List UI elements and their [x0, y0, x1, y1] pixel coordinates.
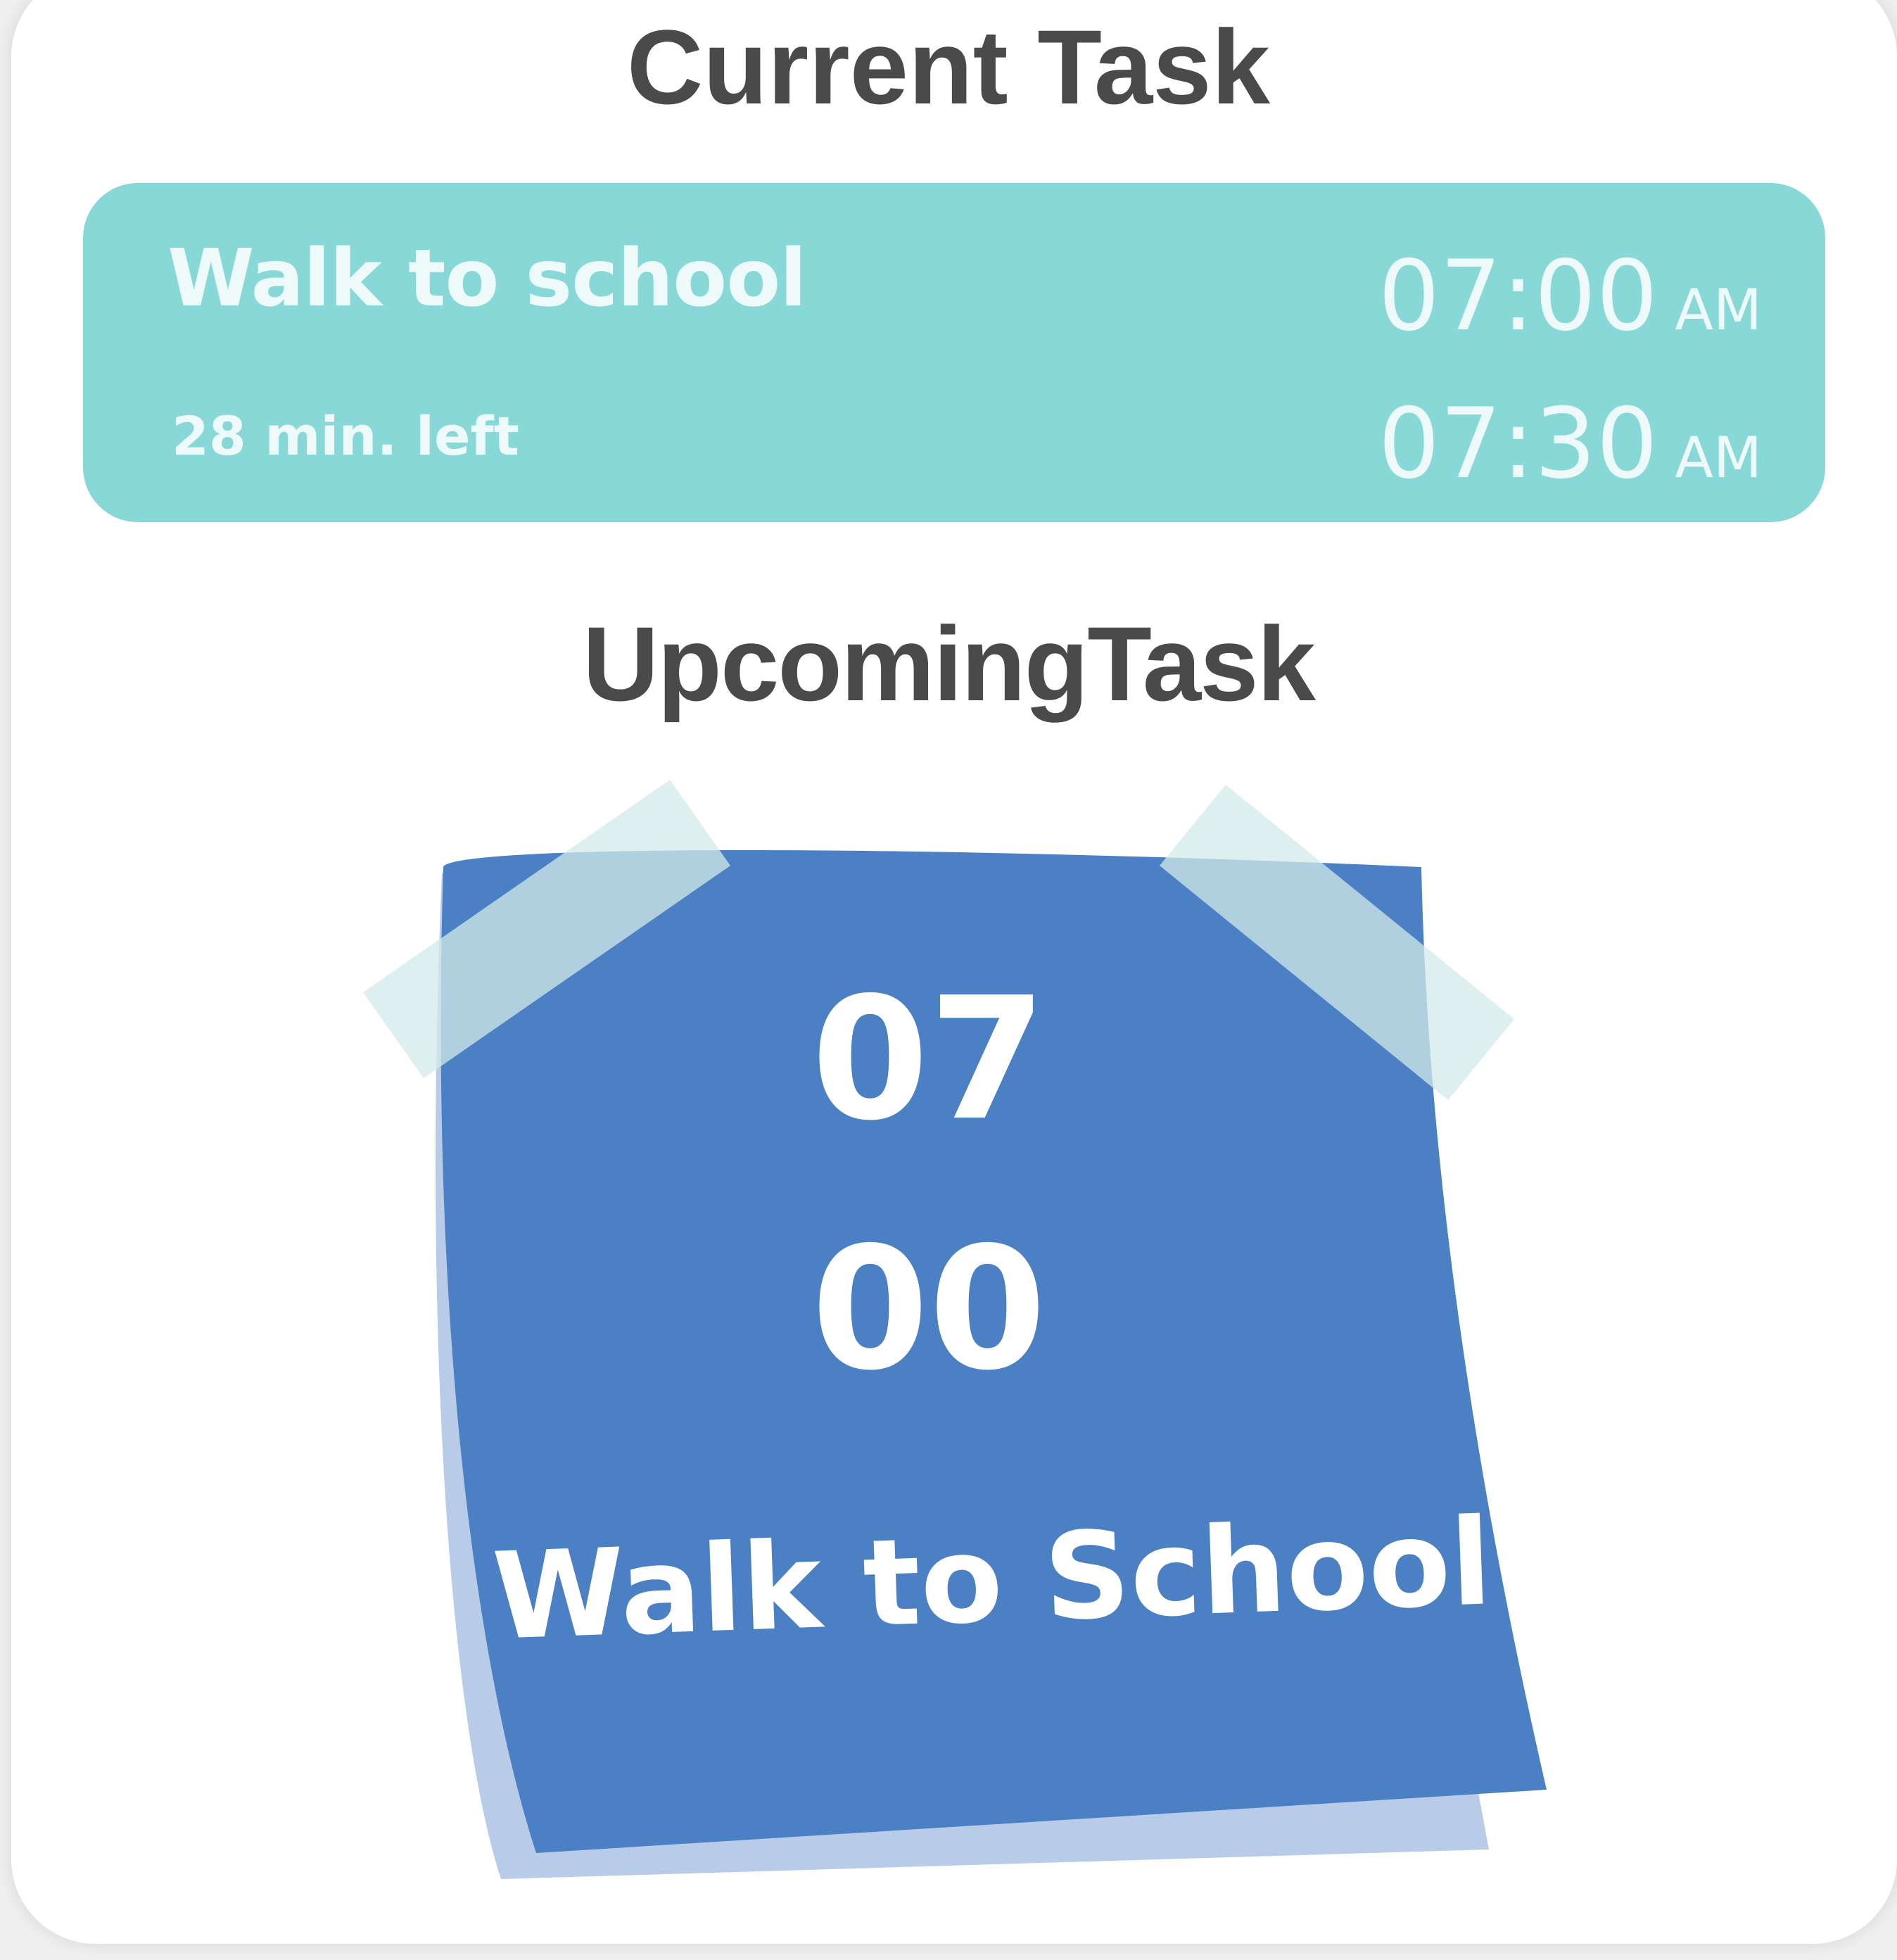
upcoming-minute: 00: [811, 1210, 1046, 1408]
upcoming-title: Walk to School: [490, 1493, 1495, 1667]
upcoming-task-note[interactable]: 07 00 Walk to School: [0, 0, 1897, 1960]
upcoming-hour: 07: [811, 961, 1046, 1158]
